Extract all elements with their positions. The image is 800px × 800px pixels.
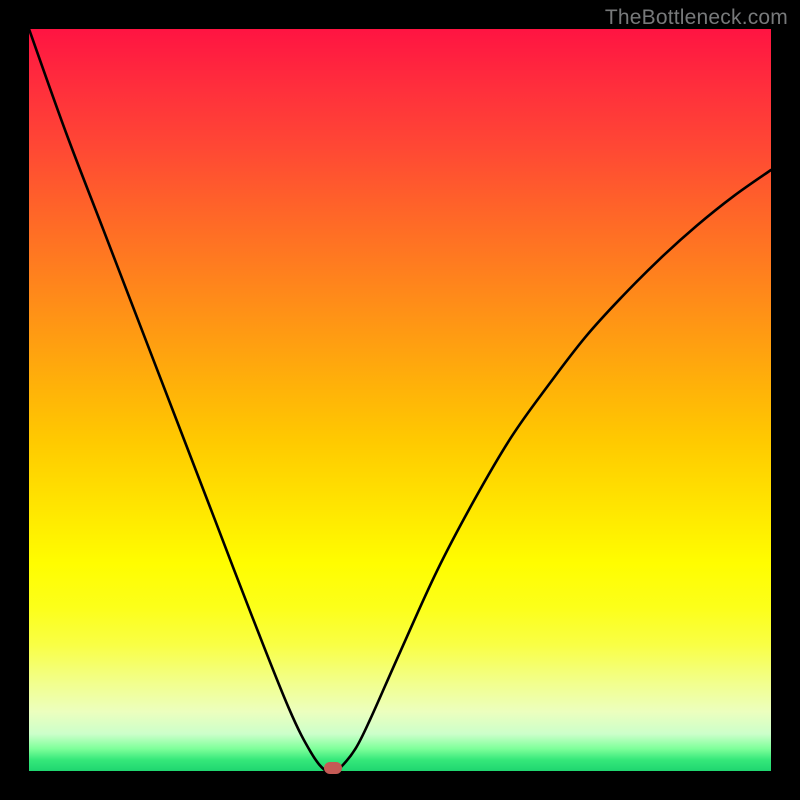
plot-area: [29, 29, 771, 771]
optimum-marker: [324, 762, 342, 774]
curve-path: [29, 29, 771, 771]
chart-frame: TheBottleneck.com: [0, 0, 800, 800]
watermark-text: TheBottleneck.com: [605, 6, 788, 30]
bottleneck-curve: [29, 29, 771, 771]
